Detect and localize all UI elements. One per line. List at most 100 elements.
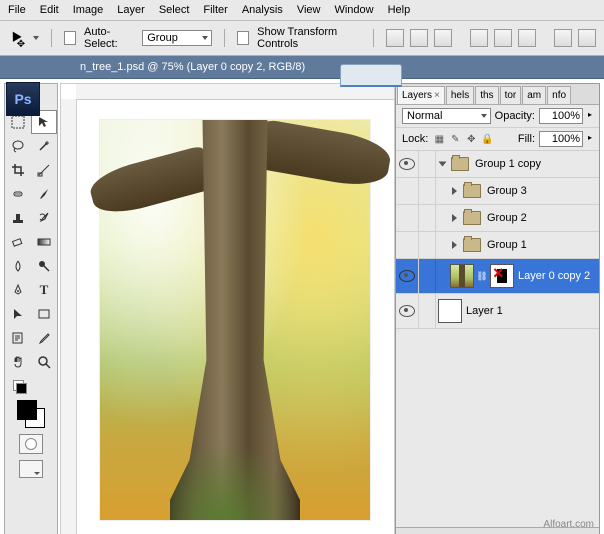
- tab-info[interactable]: nfo: [547, 86, 571, 104]
- link-column[interactable]: [419, 232, 436, 258]
- link-column[interactable]: [419, 151, 436, 177]
- tab-paths[interactable]: ths: [475, 86, 498, 104]
- tab-history[interactable]: tor: [500, 86, 522, 104]
- layer-thumbnail[interactable]: [450, 264, 474, 288]
- menu-layer[interactable]: Layer: [117, 4, 145, 16]
- align-top-icon[interactable]: [386, 29, 404, 47]
- menu-view[interactable]: View: [297, 4, 321, 16]
- layer-group-row[interactable]: Group 3: [396, 178, 599, 205]
- layer-thumbnail[interactable]: [438, 299, 462, 323]
- link-column[interactable]: [419, 205, 436, 231]
- menu-analysis[interactable]: Analysis: [242, 4, 283, 16]
- layer-name[interactable]: Layer 0 copy 2: [518, 270, 590, 282]
- opacity-input[interactable]: 100%: [539, 108, 583, 124]
- align-bottom-icon[interactable]: [434, 29, 452, 47]
- layer-row[interactable]: Layer 1: [396, 294, 599, 329]
- eyedropper-tool[interactable]: [31, 326, 57, 350]
- visibility-toggle[interactable]: [396, 205, 419, 231]
- foreground-background-swatch[interactable]: [17, 400, 45, 428]
- lock-transparency-icon[interactable]: ▦: [432, 132, 446, 146]
- screen-mode-button[interactable]: [19, 460, 43, 478]
- lock-pixels-icon[interactable]: ✎: [448, 132, 462, 146]
- wand-tool[interactable]: [31, 134, 57, 158]
- link-column[interactable]: [419, 294, 436, 328]
- distribute-icon[interactable]: [554, 29, 572, 47]
- tab-layers[interactable]: Layers×: [397, 86, 445, 104]
- layer-name[interactable]: Group 1: [487, 239, 527, 251]
- document-title[interactable]: n_tree_1.psd @ 75% (Layer 0 copy 2, RGB/…: [80, 61, 305, 73]
- tab-histogram[interactable]: am: [522, 86, 546, 104]
- menu-filter[interactable]: Filter: [203, 4, 227, 16]
- divider: [51, 29, 52, 47]
- heal-tool[interactable]: [5, 182, 31, 206]
- mask-thumbnail[interactable]: ×: [490, 264, 514, 288]
- auto-select-checkbox[interactable]: [64, 31, 76, 45]
- link-column[interactable]: [419, 259, 436, 293]
- menu-image[interactable]: Image: [73, 4, 104, 16]
- brush-tool[interactable]: [31, 182, 57, 206]
- menu-edit[interactable]: Edit: [40, 4, 59, 16]
- notes-tool[interactable]: [5, 326, 31, 350]
- align-vcenter-icon[interactable]: [410, 29, 428, 47]
- crop-tool[interactable]: [5, 158, 31, 182]
- lasso-tool[interactable]: [5, 134, 31, 158]
- dodge-tool[interactable]: [31, 254, 57, 278]
- menu-help[interactable]: Help: [388, 4, 411, 16]
- visibility-toggle[interactable]: [396, 232, 419, 258]
- ruler-vertical[interactable]: [61, 99, 77, 534]
- align-right-icon[interactable]: [518, 29, 536, 47]
- history-brush-tool[interactable]: [31, 206, 57, 230]
- eraser-tool[interactable]: [5, 230, 31, 254]
- visibility-toggle[interactable]: [396, 259, 419, 293]
- tab-channels[interactable]: hels: [446, 86, 474, 104]
- stamp-tool[interactable]: [5, 206, 31, 230]
- visibility-toggle[interactable]: [396, 294, 419, 328]
- layer-name[interactable]: Group 3: [487, 185, 527, 197]
- hand-tool[interactable]: [5, 350, 31, 374]
- pen-tool[interactable]: [5, 278, 31, 302]
- layer-group-row[interactable]: Group 1: [396, 232, 599, 259]
- menu-window[interactable]: Window: [334, 4, 373, 16]
- visibility-toggle[interactable]: [396, 178, 419, 204]
- blur-tool[interactable]: [5, 254, 31, 278]
- distribute-icon[interactable]: [578, 29, 596, 47]
- disclosure-triangle-icon[interactable]: [452, 214, 457, 222]
- layer-name[interactable]: Group 1 copy: [475, 158, 541, 170]
- quick-mask-button[interactable]: [19, 434, 43, 454]
- slice-tool[interactable]: [31, 158, 57, 182]
- layer-group-row[interactable]: Group 2: [396, 205, 599, 232]
- shape-tool[interactable]: [31, 302, 57, 326]
- menu-file[interactable]: File: [8, 4, 26, 16]
- disclosure-triangle-icon[interactable]: [439, 162, 447, 167]
- close-icon[interactable]: ×: [434, 90, 440, 101]
- show-transform-checkbox[interactable]: [237, 31, 249, 45]
- tree-branch: [86, 145, 214, 220]
- zoom-tool[interactable]: [31, 350, 57, 374]
- align-left-icon[interactable]: [470, 29, 488, 47]
- lock-all-icon[interactable]: 🔒: [480, 132, 494, 146]
- path-select-tool[interactable]: [5, 302, 31, 326]
- lock-position-icon[interactable]: ✥: [464, 132, 478, 146]
- folder-icon: [463, 238, 481, 252]
- layer-group-row[interactable]: Group 1 copy: [396, 151, 599, 178]
- disclosure-triangle-icon[interactable]: [452, 241, 457, 249]
- link-column[interactable]: [419, 178, 436, 204]
- tool-preset-dropdown[interactable]: [33, 36, 39, 40]
- default-colors-icon[interactable]: [13, 380, 27, 394]
- floating-tab-stub[interactable]: [340, 64, 402, 87]
- gradient-tool[interactable]: [31, 230, 57, 254]
- fill-input[interactable]: 100%: [539, 131, 583, 147]
- layer-name[interactable]: Group 2: [487, 212, 527, 224]
- visibility-toggle[interactable]: [396, 151, 419, 177]
- menu-select[interactable]: Select: [159, 4, 190, 16]
- folder-icon: [451, 157, 469, 171]
- layer-name[interactable]: Layer 1: [466, 305, 503, 317]
- align-hcenter-icon[interactable]: [494, 29, 512, 47]
- canvas[interactable]: [76, 99, 394, 534]
- link-mask-icon[interactable]: ⛓: [478, 271, 486, 282]
- auto-select-dropdown[interactable]: Group: [142, 30, 212, 46]
- disclosure-triangle-icon[interactable]: [452, 187, 457, 195]
- blend-mode-dropdown[interactable]: Normal: [402, 108, 491, 124]
- type-tool[interactable]: T: [31, 278, 57, 302]
- layer-row[interactable]: ⛓ × Layer 0 copy 2: [396, 259, 599, 294]
